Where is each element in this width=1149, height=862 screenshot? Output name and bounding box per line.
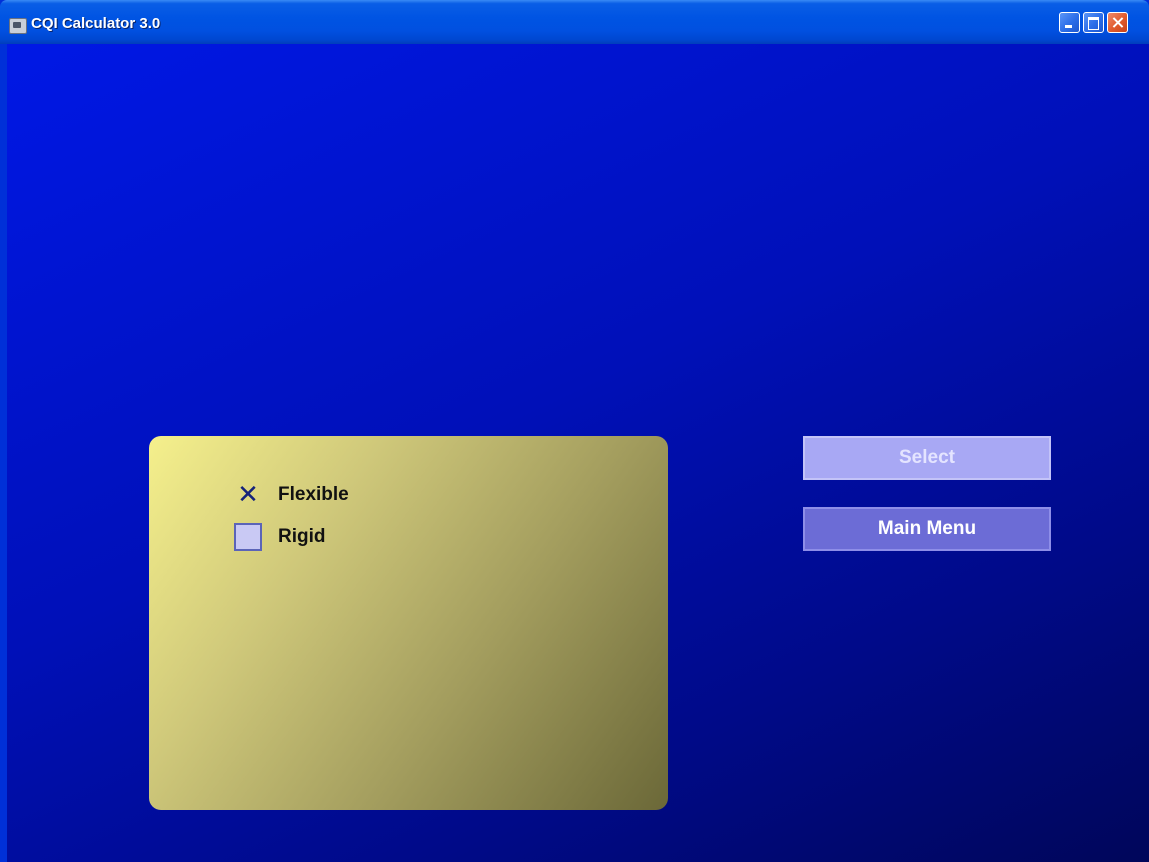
rigid-label[interactable]: Rigid <box>278 526 326 548</box>
option-flexible[interactable]: ✕ Flexible <box>234 480 349 510</box>
option-rigid[interactable]: Rigid <box>234 522 326 552</box>
rigid-checkbox[interactable] <box>234 523 262 551</box>
checkmark-x-icon: ✕ <box>237 480 259 510</box>
main-menu-button[interactable]: Main Menu <box>803 507 1051 551</box>
flexible-label[interactable]: Flexible <box>278 484 349 506</box>
minimize-button[interactable] <box>1059 12 1080 33</box>
window-title: CQI Calculator 3.0 <box>31 15 161 32</box>
flexible-checkbox[interactable]: ✕ <box>234 481 262 509</box>
options-panel <box>149 436 668 810</box>
title-bar[interactable]: CQI Calculator 3.0 <box>0 0 1149 44</box>
maximize-button[interactable] <box>1083 12 1104 33</box>
app-icon[interactable] <box>9 18 27 34</box>
select-button[interactable]: Select <box>803 436 1051 480</box>
app-window: CQI Calculator 3.0 ✕ Flexible Rigid Sele… <box>0 0 1149 862</box>
close-button[interactable] <box>1107 12 1128 33</box>
